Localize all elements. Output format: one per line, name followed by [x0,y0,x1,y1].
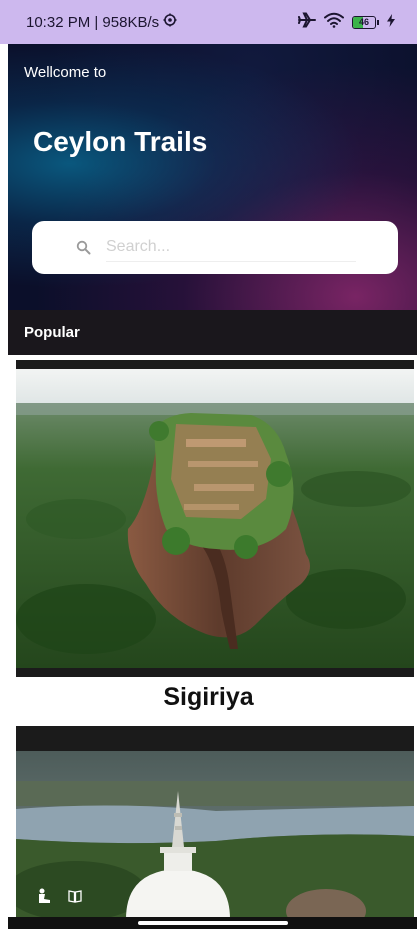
app-title: Ceylon Trails [33,126,208,157]
welcome-text: Wellcome to [24,64,107,81]
battery-icon: 46 [352,15,379,29]
system-nav-bar [8,917,417,929]
hero-banner: Wellcome to Ceylon Trails [8,44,417,310]
place-name-sigiriya: Sigiriya [163,683,254,711]
home-gesture-handle[interactable] [137,921,288,925]
search-input[interactable] [106,233,356,262]
place-card-sigiriya[interactable] [16,360,414,677]
search-icon [74,239,92,257]
status-time-speed: 10:32 PM | 958KB/s [26,13,160,31]
status-right: 46 [298,12,395,32]
card-overlay-icons [36,888,82,909]
charging-icon [387,13,395,31]
status-left: 10:32 PM | 958KB/s [26,13,177,31]
person-icon [36,888,56,909]
airplane-icon [298,12,316,32]
search-bar[interactable] [32,221,398,274]
sigiriya-photo [16,369,414,668]
popular-label: Popular [24,324,80,341]
wifi-icon [324,12,344,32]
book-icon [68,889,82,908]
popular-section-header: Popular [8,310,417,355]
vpn-key-icon [163,13,177,31]
status-bar: 10:32 PM | 958KB/s 46 [0,0,417,44]
battery-level: 46 [358,16,369,27]
